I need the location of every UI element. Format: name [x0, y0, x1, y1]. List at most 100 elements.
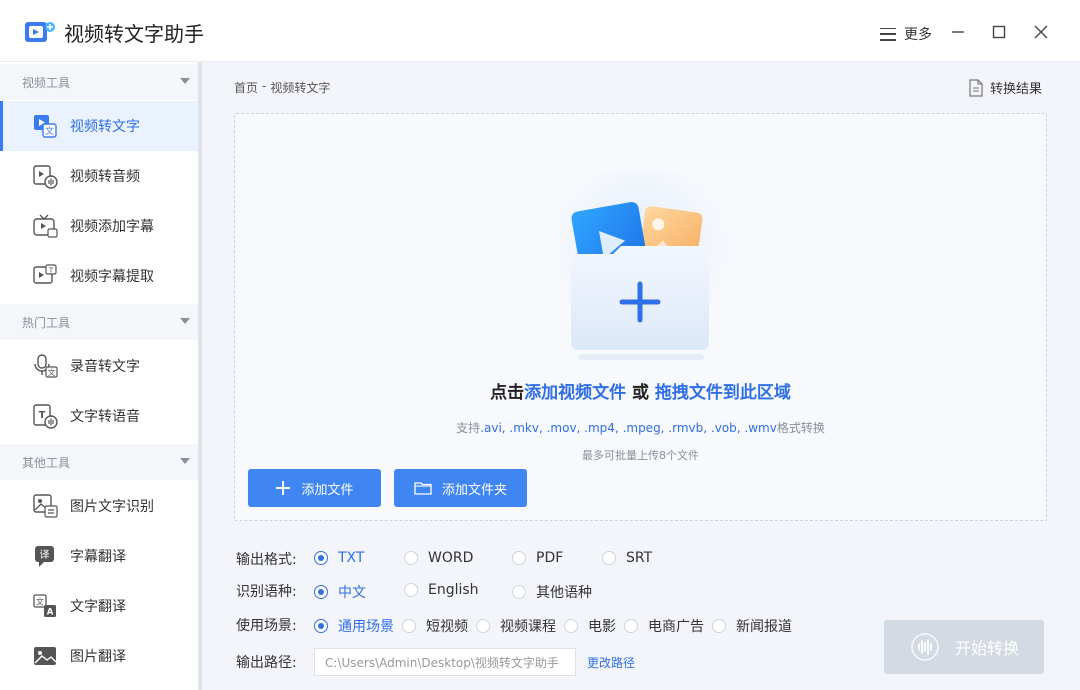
sidebar-item-label: 录音转文字 — [70, 359, 140, 375]
drop-middle: 或 — [626, 383, 655, 403]
close-button[interactable] — [1029, 20, 1053, 44]
minimize-button[interactable] — [946, 20, 970, 44]
app-title: 视频转文字助手 — [64, 22, 204, 46]
sidebar-item-label: 文字翻译 — [70, 599, 126, 615]
section-video-tools[interactable]: 视频工具 — [0, 64, 198, 100]
svg-text:文: 文 — [45, 125, 54, 137]
sidebar-item-label: 图片文字识别 — [70, 499, 154, 515]
subtitle-translate-icon: 译 — [35, 546, 54, 567]
maximize-button[interactable] — [987, 20, 1011, 44]
plus-icon — [276, 481, 291, 495]
result-label: 转换结果 — [990, 82, 1043, 97]
sidebar-item-video-subtitle-add[interactable]: 视频添加字幕 — [0, 201, 198, 251]
scene-label: 使用场景: — [236, 618, 297, 634]
title-bar: 视频转文字助手 更多 — [0, 0, 1080, 62]
output-format-row: 输出格式: TXT WORD PDF SRT — [236, 548, 936, 570]
document-icon — [969, 78, 983, 97]
scene-row: 使用场景: 通用场景 短视频 视频课程 电影 电商广告 新闻报道 — [236, 614, 876, 636]
caret-down-icon — [180, 318, 190, 324]
language-other-radio[interactable]: 其他语种 — [512, 582, 592, 602]
video-subtitle-extract-icon: T — [33, 264, 57, 284]
section-hot-tools[interactable]: 热门工具 — [0, 304, 198, 340]
scene-course-radio[interactable]: 视频课程 — [476, 616, 556, 636]
svg-text:T: T — [48, 267, 54, 275]
drag-file-link: 拖拽文件到此区域 — [654, 383, 791, 403]
image-translate-icon — [34, 647, 57, 665]
add-file-label: 添加文件 — [301, 482, 354, 498]
add-folder-button[interactable]: 添加文件夹 — [394, 469, 527, 507]
sidebar-item-label: 文字转语音 — [70, 409, 140, 425]
video-to-text-icon: 文 — [34, 115, 57, 138]
scene-general-radio[interactable]: 通用场景 — [314, 616, 394, 636]
sidebar-item-video-to-audio[interactable]: 视频转音频 — [0, 151, 198, 201]
support-suffix: 格式转换 — [776, 421, 825, 435]
supported-formats: 支持.avi, .mkv, .mov, .mp4, .mpeg, .rmvb, … — [235, 419, 1046, 436]
sidebar-item-label: 字幕翻译 — [70, 549, 126, 565]
format-pdf-radio[interactable]: PDF — [512, 550, 563, 566]
sidebar-item-video-subtitle-extract[interactable]: T 视频字幕提取 — [0, 251, 198, 301]
audio-wave-icon — [911, 633, 939, 661]
conversion-result-button[interactable]: 转换结果 — [968, 78, 1042, 97]
breadcrumb: 首页 - 视频转文字 — [234, 79, 330, 96]
caret-down-icon — [180, 78, 190, 84]
sidebar-item-image-translate[interactable]: 图片翻译 — [0, 631, 198, 681]
section-title: 视频工具 — [22, 75, 71, 90]
text-to-speech-icon: T — [33, 404, 58, 429]
section-title: 热门工具 — [22, 315, 71, 330]
sidebar-item-video-to-text[interactable]: 文 视频转文字 — [0, 101, 198, 151]
drop-prefix: 点击 — [490, 383, 525, 403]
output-format-label: 输出格式: — [236, 552, 297, 568]
sidebar-item-label: 视频转文字 — [70, 119, 140, 135]
section-other-tools[interactable]: 其他工具 — [0, 444, 198, 480]
sidebar-item-label: 视频添加字幕 — [70, 219, 154, 235]
breadcrumb-home[interactable]: 首页 — [234, 79, 258, 96]
start-conversion-button[interactable]: 开始转换 — [884, 620, 1044, 674]
add-folder-label: 添加文件夹 — [441, 482, 507, 498]
minimize-icon — [952, 31, 964, 33]
add-file-button[interactable]: 添加文件 — [248, 469, 381, 507]
language-label: 识别语种: — [236, 584, 297, 600]
sidebar-item-recording-to-text[interactable]: 文 录音转文字 — [0, 341, 198, 391]
sidebar-scrollbar[interactable] — [198, 62, 202, 690]
drop-instructions: 点击添加视频文件 或 拖拽文件到此区域 — [235, 378, 1046, 403]
start-label: 开始转换 — [954, 639, 1019, 658]
breadcrumb-separator: - — [262, 79, 267, 93]
language-chinese-radio[interactable]: 中文 — [314, 582, 366, 602]
format-srt-radio[interactable]: SRT — [602, 550, 652, 566]
sidebar-item-image-ocr[interactable]: 图片文字识别 — [0, 481, 198, 531]
section-title: 其他工具 — [22, 455, 71, 470]
svg-text:A: A — [47, 608, 54, 618]
sidebar: 视频工具 文 视频转文字 视频转音频 视频添加字幕 T 视频字幕提取 热门工具 … — [0, 62, 198, 690]
output-path-row: 输出路径: — [236, 651, 316, 673]
scene-movie-radio[interactable]: 电影 — [564, 616, 616, 636]
output-path-input[interactable] — [314, 648, 576, 676]
format-word-radio[interactable]: WORD — [404, 550, 473, 566]
scene-short-video-radio[interactable]: 短视频 — [402, 616, 468, 636]
maximize-icon — [992, 25, 1006, 39]
support-prefix: 支持 — [456, 421, 481, 435]
more-label: 更多 — [904, 27, 932, 43]
sidebar-item-subtitle-translate[interactable]: 译 字幕翻译 — [0, 531, 198, 581]
folder-upload-icon — [546, 172, 736, 360]
video-to-audio-icon — [33, 165, 58, 189]
support-formats: .avi, .mkv, .mov, .mp4, .mpeg, .rmvb, .v… — [480, 421, 777, 435]
folder-icon — [414, 482, 432, 495]
language-english-radio[interactable]: English — [404, 582, 479, 598]
svg-text:文: 文 — [36, 597, 44, 607]
change-path-link[interactable]: 更改路径 — [587, 654, 635, 671]
sidebar-item-text-translate[interactable]: 文 A 文字翻译 — [0, 581, 198, 631]
add-video-link[interactable]: 添加视频文件 — [524, 383, 626, 403]
scene-news-radio[interactable]: 新闻报道 — [712, 616, 792, 636]
file-drop-zone[interactable]: 点击添加视频文件 或 拖拽文件到此区域 支持.avi, .mkv, .mov, … — [234, 113, 1047, 521]
image-ocr-icon — [33, 494, 58, 518]
upload-limit: 最多可批量上传8个文件 — [582, 449, 699, 462]
output-path-label: 输出路径: — [236, 655, 297, 671]
app-logo-icon — [25, 22, 55, 42]
sidebar-item-label: 图片翻译 — [70, 649, 126, 665]
more-menu-button[interactable]: 更多 — [880, 24, 932, 44]
scene-ecommerce-radio[interactable]: 电商广告 — [624, 616, 704, 636]
text-translate-icon: 文 A — [33, 594, 56, 618]
sidebar-item-text-to-speech[interactable]: T 文字转语音 — [0, 391, 198, 441]
svg-text:T: T — [39, 410, 46, 421]
format-txt-radio[interactable]: TXT — [314, 550, 364, 566]
